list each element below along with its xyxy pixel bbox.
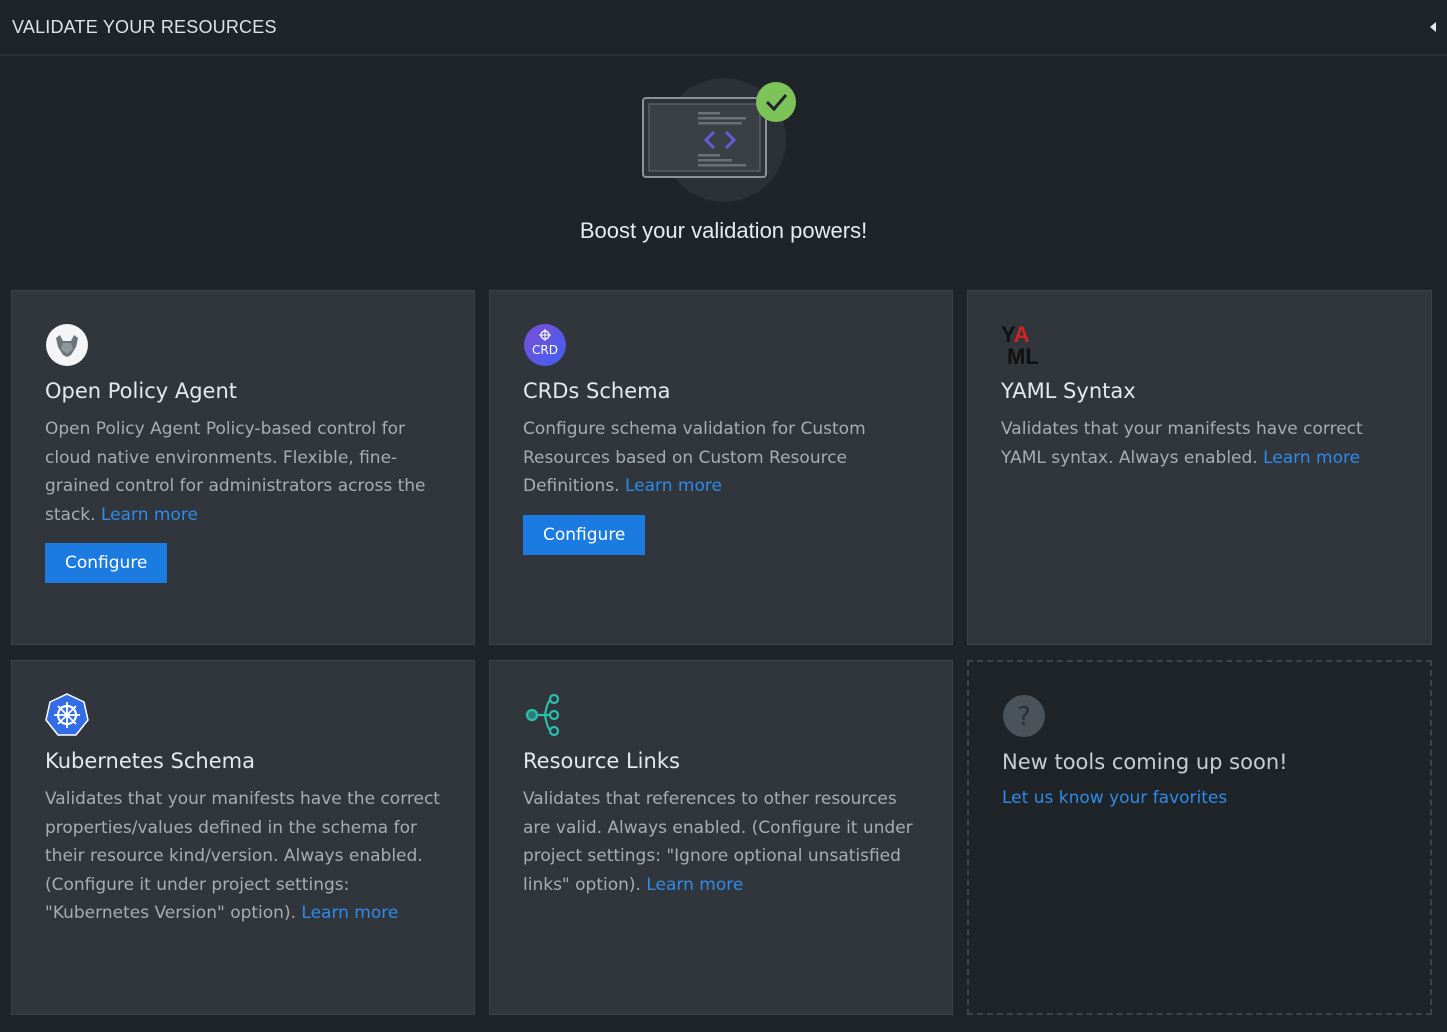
card-title: Kubernetes Schema bbox=[45, 749, 255, 773]
card-resource-links: Resource Links Validates that references… bbox=[489, 660, 953, 1015]
yaml-icon: YA ML bbox=[1001, 323, 1039, 367]
crd-icon: CRD bbox=[524, 324, 566, 366]
opa-icon bbox=[46, 324, 88, 366]
card-title: New tools coming up soon! bbox=[1002, 750, 1288, 774]
learn-more-link[interactable]: Learn more bbox=[625, 476, 722, 496]
caret-left-icon[interactable] bbox=[1427, 20, 1439, 34]
card-description: Validates that your manifests have the c… bbox=[45, 785, 441, 928]
crd-icon-label: CRD bbox=[532, 343, 558, 357]
card-description: Open Policy Agent Policy-based control f… bbox=[45, 415, 441, 529]
yaml-icon-text-bottom: ML bbox=[1007, 344, 1039, 367]
learn-more-link[interactable]: Learn more bbox=[301, 903, 398, 923]
card-open-policy-agent: Open Policy Agent Open Policy Agent Poli… bbox=[11, 290, 475, 645]
question-icon-label: ? bbox=[1017, 702, 1031, 732]
configure-button[interactable]: Configure bbox=[45, 543, 168, 584]
card-description: Configure schema validation for Custom R… bbox=[523, 415, 919, 501]
configure-button[interactable]: Configure bbox=[523, 514, 646, 555]
panel-header: VALIDATE YOUR RESOURCES bbox=[0, 0, 1447, 56]
hero-title: Boost your validation powers! bbox=[579, 218, 868, 243]
validation-tools-grid: Open Policy Agent Open Policy Agent Poli… bbox=[11, 290, 1432, 1015]
learn-more-link[interactable]: Learn more bbox=[646, 875, 743, 895]
card-coming-soon: ? New tools coming up soon! Let us know … bbox=[967, 660, 1432, 1015]
favorites-link[interactable]: Let us know your favorites bbox=[1002, 788, 1397, 808]
panel-title: VALIDATE YOUR RESOURCES bbox=[12, 16, 277, 37]
card-crds-schema: CRD CRDs Schema Configure schema validat… bbox=[489, 290, 953, 645]
card-title: YAML Syntax bbox=[1001, 379, 1136, 403]
kubernetes-icon bbox=[45, 693, 89, 736]
code-window-check-icon bbox=[642, 78, 796, 202]
question-icon: ? bbox=[1003, 695, 1045, 737]
card-yaml-syntax: YA ML YAML Syntax Validates that your ma… bbox=[967, 290, 1432, 645]
learn-more-link[interactable]: Learn more bbox=[101, 505, 198, 525]
card-title: Resource Links bbox=[523, 749, 680, 773]
card-description: Validates that your manifests have corre… bbox=[1001, 415, 1398, 472]
card-title: CRDs Schema bbox=[523, 379, 671, 403]
card-description: Validates that references to other resou… bbox=[523, 785, 919, 899]
card-kubernetes-schema: Kubernetes Schema Validates that your ma… bbox=[11, 660, 475, 1015]
resource-links-icon bbox=[525, 693, 560, 737]
card-title: Open Policy Agent bbox=[45, 379, 238, 403]
hero-section: Boost your validation powers! bbox=[0, 56, 1447, 290]
learn-more-link[interactable]: Learn more bbox=[1263, 448, 1360, 468]
